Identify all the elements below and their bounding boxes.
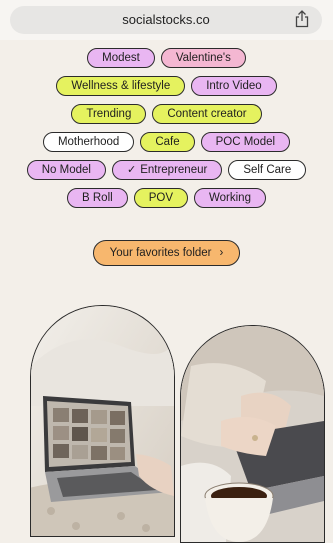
- address-bar[interactable]: socialstocks.co: [10, 6, 322, 34]
- favorites-label: Your favorites folder: [109, 247, 212, 259]
- tag-pov[interactable]: POV: [133, 188, 188, 208]
- tag-label: Intro Video: [206, 80, 262, 92]
- favorites-folder-button[interactable]: Your favorites folder ›: [92, 240, 241, 266]
- tag-entrepreneur[interactable]: ✓ Entrepreneur: [111, 160, 223, 180]
- tag-label: Wellness & lifestyle: [71, 80, 171, 92]
- checkmark-icon: ✓: [126, 164, 137, 176]
- tag-b-roll[interactable]: B Roll: [67, 188, 128, 208]
- tag-row: Motherhood Cafe POC Model: [0, 132, 333, 152]
- tag-trending[interactable]: Trending: [71, 104, 147, 124]
- laptop-illustration: [31, 306, 174, 536]
- tag-motherhood[interactable]: Motherhood: [42, 132, 135, 152]
- tag-label: Self Care: [243, 164, 292, 176]
- tag-row: No Model ✓ Entrepreneur Self Care: [0, 160, 333, 180]
- url-text[interactable]: socialstocks.co: [10, 12, 322, 27]
- tag-label: No Model: [41, 164, 91, 176]
- photo-typing-tea[interactable]: [180, 325, 325, 543]
- tag-filter-list: Modest Valentine's Wellness & lifestyle …: [0, 48, 333, 216]
- tag-no-model[interactable]: No Model: [26, 160, 106, 180]
- tag-label: POC Model: [215, 136, 276, 148]
- photo-laptop-desk[interactable]: [30, 305, 175, 537]
- tag-valentines[interactable]: Valentine's: [160, 48, 246, 68]
- chevron-right-icon: ›: [219, 247, 224, 259]
- tag-label: POV: [148, 192, 173, 204]
- tag-label: Cafe: [155, 136, 180, 148]
- tag-working[interactable]: Working: [194, 188, 266, 208]
- tag-label: Motherhood: [57, 136, 120, 148]
- typing-illustration: [181, 326, 324, 542]
- tag-wellness-lifestyle[interactable]: Wellness & lifestyle: [56, 76, 186, 96]
- tag-label: Valentine's: [175, 52, 231, 64]
- tag-self-care[interactable]: Self Care: [228, 160, 307, 180]
- tag-cafe[interactable]: Cafe: [140, 132, 195, 152]
- tag-label: B Roll: [82, 192, 113, 204]
- tag-row: B Roll POV Working: [0, 188, 333, 208]
- tag-label: Modest: [102, 52, 140, 64]
- tag-label: Working: [209, 192, 251, 204]
- tag-content-creator[interactable]: Content creator: [152, 104, 262, 124]
- favorites-wrap: Your favorites folder ›: [0, 240, 333, 266]
- tag-intro-video[interactable]: Intro Video: [191, 76, 277, 96]
- tag-row: Trending Content creator: [0, 104, 333, 124]
- tag-poc-model[interactable]: POC Model: [200, 132, 291, 152]
- share-icon[interactable]: [294, 10, 310, 28]
- tag-label: Content creator: [167, 108, 247, 120]
- tag-row: Wellness & lifestyle Intro Video: [0, 76, 333, 96]
- browser-toolbar: socialstocks.co: [0, 0, 333, 40]
- tag-modest[interactable]: Modest: [87, 48, 155, 68]
- tag-label: Entrepreneur: [140, 164, 208, 176]
- tag-row: Modest Valentine's: [0, 48, 333, 68]
- tag-label: Trending: [86, 108, 132, 120]
